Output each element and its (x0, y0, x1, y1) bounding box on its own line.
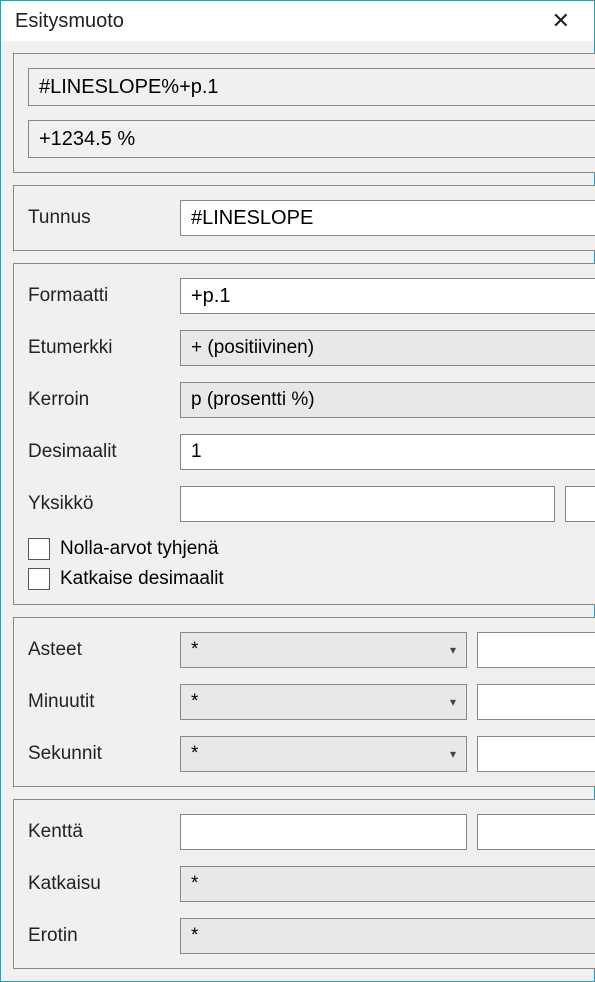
preview-group: #LINESLOPE%+p.1 +1234.5 % ... (13, 53, 595, 173)
sekunnit-sym-value: * (191, 743, 198, 765)
chevron-down-icon: ▾ (450, 695, 456, 709)
asteet-sym-combo[interactable]: * ▾ (180, 632, 467, 668)
sekunnit-sym-combo[interactable]: * ▾ (180, 736, 467, 772)
desimaalit-combo[interactable]: 1 ▾ (180, 434, 595, 470)
nolla-label: Nolla-arvot tyhjenä (60, 538, 218, 560)
chevron-down-icon: ▾ (450, 747, 456, 761)
erotin-value: * (191, 925, 198, 947)
kerroin-value: p (prosentti %) (191, 389, 315, 411)
asteet-sym-value: * (191, 639, 198, 661)
tunnus-input[interactable] (180, 200, 595, 236)
minuutit-label: Minuutit (28, 691, 168, 713)
yksikko-label: Yksikkö (28, 493, 168, 515)
katkaise-checkbox[interactable] (28, 568, 50, 590)
kerroin-label: Kerroin (28, 389, 168, 411)
katkaisu-combo[interactable]: * ▾ (180, 866, 595, 902)
formaatti-input[interactable] (180, 278, 595, 314)
left-column: #LINESLOPE%+p.1 +1234.5 % ... Tunnus For… (13, 53, 595, 969)
katkaisu-value: * (191, 873, 198, 895)
erotin-combo[interactable]: * ▾ (180, 918, 595, 954)
close-icon[interactable]: ✕ (542, 4, 580, 38)
kentta-label: Kenttä (28, 821, 168, 843)
dialog-window: Esitysmuoto ✕ #LINESLOPE%+p.1 +1234.5 % … (0, 0, 595, 982)
formaatti-label: Formaatti (28, 285, 168, 307)
minuutit-sym-combo[interactable]: * ▾ (180, 684, 467, 720)
kentta-input-1[interactable] (180, 814, 467, 850)
katkaise-label: Katkaise desimaalit (60, 568, 224, 590)
format-group: Formaatti Etumerkki + (positiivinen) ▾ K… (13, 263, 595, 605)
etumerkki-combo[interactable]: + (positiivinen) ▾ (180, 330, 595, 366)
desimaalit-label: Desimaalit (28, 441, 168, 463)
katkaisu-label: Katkaisu (28, 873, 168, 895)
desimaalit-value: 1 (191, 441, 202, 463)
kentta-input-2[interactable] (477, 814, 595, 850)
asteet-combo-2[interactable]: ▾ (477, 632, 595, 668)
result-display: +1234.5 % (28, 120, 595, 158)
nolla-checkbox[interactable] (28, 538, 50, 560)
dialog-content: #LINESLOPE%+p.1 +1234.5 % ... Tunnus For… (1, 41, 594, 981)
yksikko-input-1[interactable] (180, 486, 555, 522)
minuutit-combo-2[interactable]: ▾ (477, 684, 595, 720)
yksikko-input-2[interactable] (565, 486, 595, 522)
sekunnit-label: Sekunnit (28, 743, 168, 765)
tunnus-label: Tunnus (28, 207, 168, 229)
tunnus-group: Tunnus (13, 185, 595, 251)
etumerkki-label: Etumerkki (28, 337, 168, 359)
kerroin-combo[interactable]: p (prosentti %) ▾ (180, 382, 595, 418)
erotin-label: Erotin (28, 925, 168, 947)
etumerkki-value: + (positiivinen) (191, 337, 314, 359)
sekunnit-combo-2[interactable]: ▾ (477, 736, 595, 772)
field-group: Kenttä Katkaisu * ▾ Erotin (13, 799, 595, 969)
window-title: Esitysmuoto (15, 10, 124, 33)
titlebar: Esitysmuoto ✕ (1, 1, 594, 41)
expression-display: #LINESLOPE%+p.1 (28, 68, 595, 106)
chevron-down-icon: ▾ (450, 643, 456, 657)
minuutit-sym-value: * (191, 691, 198, 713)
angles-group: Asteet * ▾ ▾ Minuutit (13, 617, 595, 787)
asteet-label: Asteet (28, 639, 168, 661)
